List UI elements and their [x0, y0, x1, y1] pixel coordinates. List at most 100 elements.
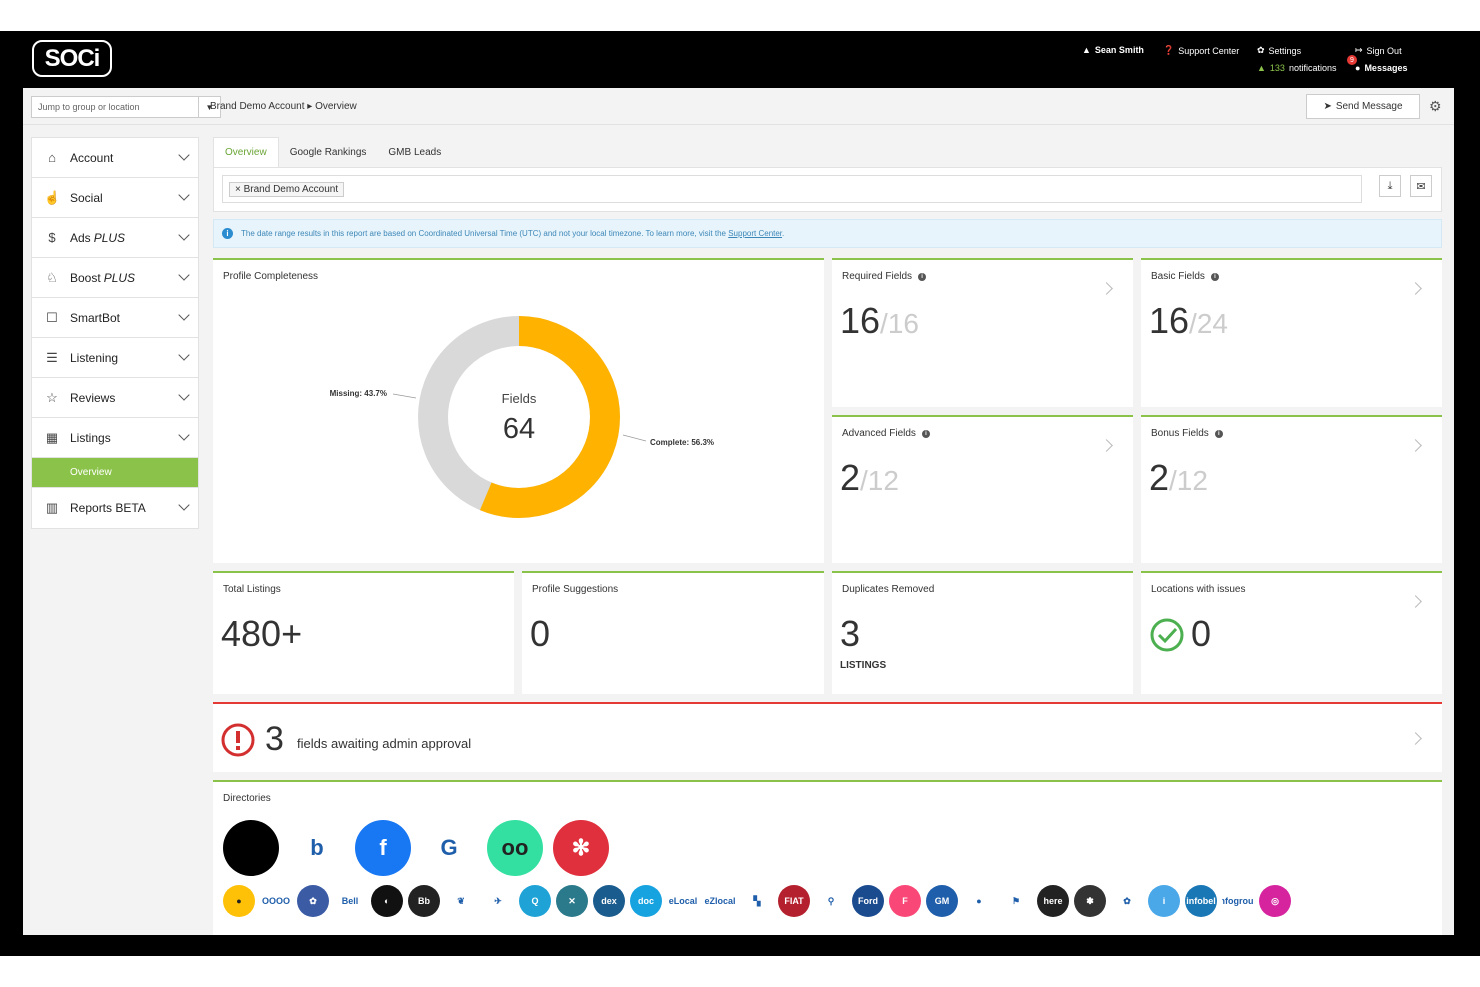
- bonus-fields-card[interactable]: Bonus Fields i 2/12: [1141, 415, 1442, 563]
- bell-icon[interactable]: Bell: [334, 885, 366, 917]
- email-icon[interactable]: ✉: [1410, 175, 1432, 197]
- support-label: Support Center: [1178, 45, 1240, 56]
- cross-icon[interactable]: ✕: [556, 885, 588, 917]
- complete-label: Complete: 56.3%: [650, 438, 714, 447]
- download-icon[interactable]: ⤓: [1379, 175, 1401, 197]
- notifications-link[interactable]: ▲ 133 notifications: [1257, 63, 1336, 73]
- info-period: .: [782, 229, 785, 238]
- docinfo-icon[interactable]: doc: [630, 885, 662, 917]
- messages-link[interactable]: ● Messages: [1355, 63, 1407, 73]
- sidebar-item-ads[interactable]: $ Ads PLUS: [32, 218, 198, 258]
- leaf-icon[interactable]: ❦: [445, 885, 477, 917]
- card-title-row: Basic Fields i: [1151, 271, 1219, 282]
- foursquare-icon[interactable]: F: [889, 885, 921, 917]
- q-icon[interactable]: Q: [519, 885, 551, 917]
- plus-suffix: PLUS: [103, 270, 136, 285]
- info-icon[interactable]: i: [1214, 429, 1223, 438]
- chevron-down-icon: [178, 499, 190, 511]
- duplicates-removed-card: Duplicates Removed 3 LISTINGS: [832, 571, 1133, 694]
- profile-suggestions-value: 0: [530, 613, 551, 654]
- chevron-down-icon: [178, 229, 190, 241]
- google-business-icon[interactable]: G: [421, 820, 477, 876]
- hotfrog-icon[interactable]: ✽: [1074, 885, 1106, 917]
- support-center-link[interactable]: Support Center: [728, 229, 782, 238]
- bing-icon[interactable]: b: [289, 820, 345, 876]
- info-icon[interactable]: i: [1210, 272, 1219, 281]
- admin-approval-card[interactable]: 3 fields awaiting admin approval: [213, 702, 1442, 772]
- card-title-row: Required Fields i: [842, 271, 927, 282]
- tripadvisor-icon[interactable]: oo: [487, 820, 543, 876]
- locations-with-issues-card[interactable]: Locations with issues 0: [1141, 571, 1442, 694]
- directories-card: Directories b f Goo ✻ ● OOOO ✿ Bell ◐ Bb ❦ ✈ Q ✕ dex d…: [213, 780, 1442, 935]
- page-settings-gear-icon[interactable]: ⚙: [1429, 98, 1442, 115]
- sidebar-item-listings[interactable]: ▦ Listings: [32, 418, 198, 458]
- sidebar-item-reviews[interactable]: ☆ Reviews: [32, 378, 198, 418]
- info-icon: i: [222, 228, 233, 239]
- elocal-icon[interactable]: eLocal: [667, 885, 699, 917]
- here-icon[interactable]: here: [1037, 885, 1069, 917]
- instagram-icon[interactable]: ◎: [1259, 885, 1291, 917]
- required-fields-card[interactable]: Required Fields i 16/16: [832, 258, 1133, 407]
- soci-logo[interactable]: SOCi: [32, 40, 112, 77]
- jump-to-location-select[interactable]: Jump to group or location: [31, 96, 199, 118]
- audi-icon[interactable]: OOOO: [260, 885, 292, 917]
- duplicates-value: 3: [840, 613, 861, 654]
- location-filter-input[interactable]: × Brand Demo Account: [222, 175, 1362, 203]
- bmw-icon[interactable]: ◐: [371, 885, 403, 917]
- info-icon[interactable]: i: [918, 272, 927, 281]
- sidebar-subitem-overview[interactable]: Overview: [32, 458, 198, 488]
- bb-icon[interactable]: Bb: [408, 885, 440, 917]
- google-assistant-icon[interactable]: ●: [963, 885, 995, 917]
- thumbs-up-icon: ☝: [44, 189, 61, 205]
- approval-text: fields awaiting admin approval: [297, 736, 472, 751]
- tab-google-rankings[interactable]: Google Rankings: [279, 137, 378, 167]
- chevrolet-icon[interactable]: ✈: [482, 885, 514, 917]
- duplicates-unit: LISTINGS: [840, 660, 887, 671]
- settings-link[interactable]: ✿ Settings: [1257, 45, 1301, 56]
- sidebar-item-label: Reviews: [70, 390, 116, 405]
- profile-donut-chart: Missing: 43.7% Complete: 56.3% Fields 64: [330, 316, 714, 518]
- sidebar-item-social[interactable]: ☝ Social: [32, 178, 198, 218]
- rocket-icon: ♘: [46, 269, 58, 285]
- sidebar-item-reports[interactable]: ▥ Reports BETA: [32, 488, 198, 528]
- approval-count: 3: [265, 720, 284, 758]
- user-link[interactable]: ▲ Sean Smith: [1082, 45, 1144, 55]
- sign-out-link[interactable]: ↦ Sign Out: [1355, 45, 1402, 56]
- infobel-icon[interactable]: infobel: [1185, 885, 1217, 917]
- tab-overview[interactable]: Overview: [213, 137, 279, 167]
- sidebar-item-listening[interactable]: ☰ Listening: [32, 338, 198, 378]
- huawei-icon[interactable]: ✿: [1111, 885, 1143, 917]
- send-message-button[interactable]: ➤ Send Message: [1306, 94, 1420, 119]
- gm-icon[interactable]: GM: [926, 885, 958, 917]
- squares-icon[interactable]: ▚: [741, 885, 773, 917]
- ezlocal-icon[interactable]: eZlocal: [704, 885, 736, 917]
- facebook-icon[interactable]: f: [355, 820, 411, 876]
- sidebar-item-boost[interactable]: ♘ Boost PLUS: [32, 258, 198, 298]
- sidebar-item-label: Listings: [70, 430, 111, 445]
- card-title-text: Bonus Fields: [1151, 428, 1209, 439]
- info-circle-icon[interactable]: i: [1148, 885, 1180, 917]
- fiat-icon[interactable]: FIAT: [778, 885, 810, 917]
- google-maps-icon[interactable]: ⚑: [1000, 885, 1032, 917]
- paper-plane-icon: ➤: [1323, 101, 1332, 112]
- filter-chip[interactable]: × Brand Demo Account: [229, 182, 345, 197]
- value-number: 16: [1149, 300, 1190, 341]
- settings-label: Settings: [1268, 45, 1302, 56]
- tab-gmb-leads[interactable]: GMB Leads: [377, 137, 452, 167]
- info-icon[interactable]: i: [921, 429, 930, 438]
- home-icon: ⌂: [48, 150, 56, 165]
- infogroup-icon[interactable]: infogroup: [1222, 885, 1254, 917]
- advanced-fields-card[interactable]: Advanced Fields i 2/12: [832, 415, 1133, 563]
- sidebar-item-account[interactable]: ⌂ Account: [32, 138, 198, 178]
- dexknows-icon[interactable]: dex: [593, 885, 625, 917]
- pin-icon[interactable]: ⚲: [815, 885, 847, 917]
- support-link[interactable]: ❓ Support Center: [1163, 45, 1239, 56]
- sidebar-item-smartbot[interactable]: ☐ SmartBot: [32, 298, 198, 338]
- paw-icon[interactable]: ✿: [297, 885, 329, 917]
- basic-fields-card[interactable]: Basic Fields i 16/24: [1141, 258, 1442, 407]
- apple-icon[interactable]: [223, 820, 279, 876]
- chevron-right-icon: [1409, 732, 1422, 745]
- lightbulb-icon[interactable]: ●: [223, 885, 255, 917]
- yelp-icon[interactable]: ✻: [553, 820, 609, 876]
- ford-icon[interactable]: Ford: [852, 885, 884, 917]
